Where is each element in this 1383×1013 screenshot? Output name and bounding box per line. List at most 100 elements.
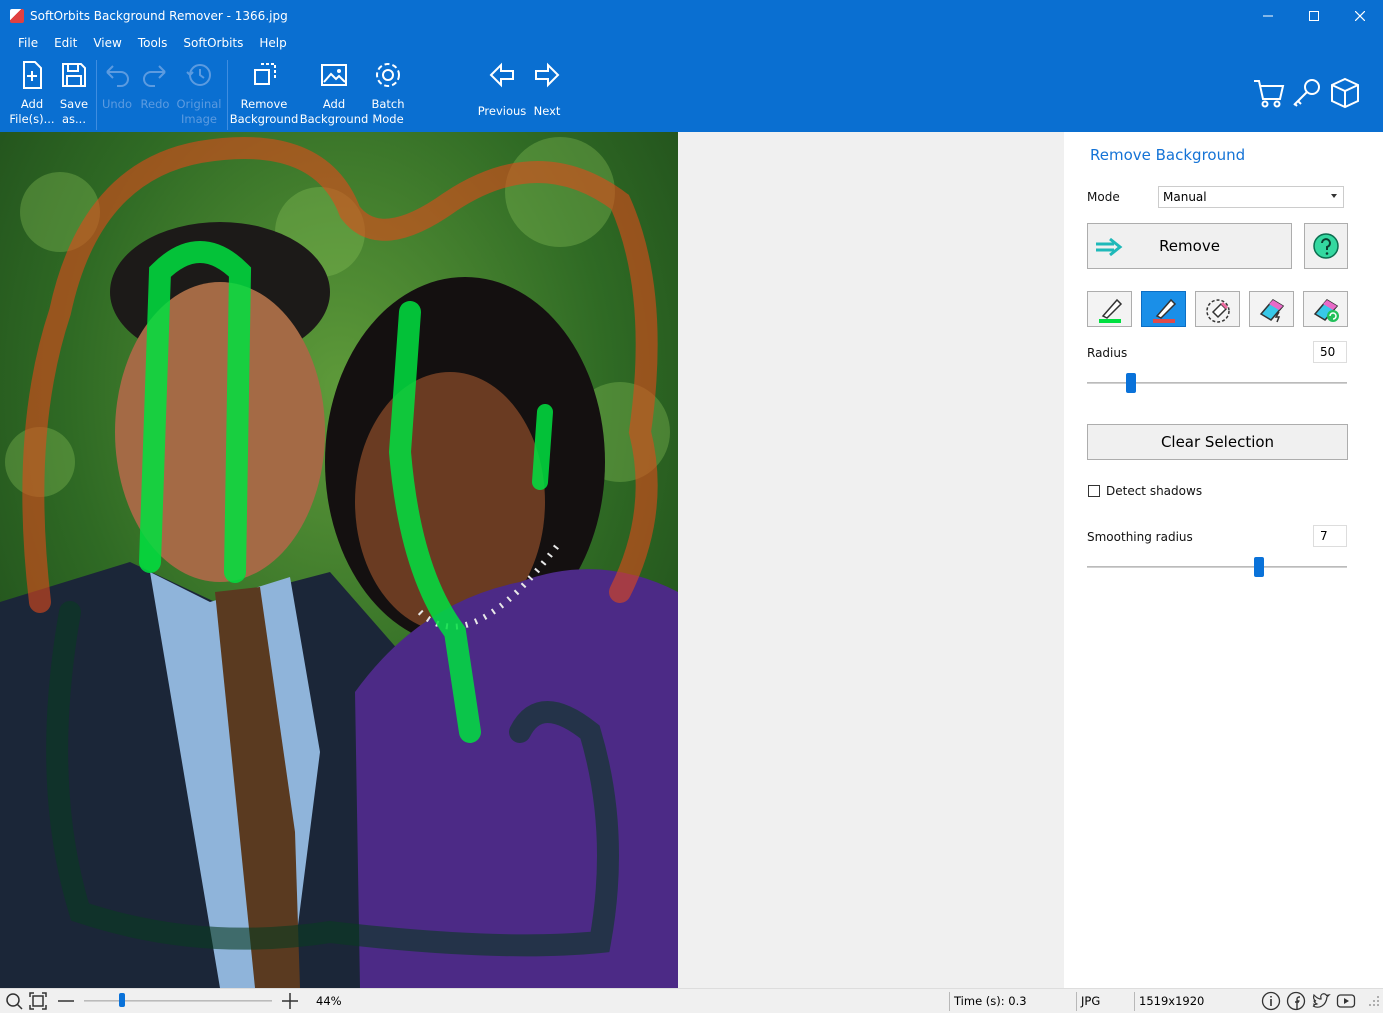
menu-softorbits[interactable]: SoftOrbits [183, 36, 243, 50]
undo-label: Undo [101, 97, 133, 111]
red-marker-icon [1152, 298, 1176, 323]
chevron-down-icon [1331, 194, 1337, 198]
image-icon [321, 64, 347, 86]
menu-tools[interactable]: Tools [138, 36, 168, 50]
photo-canvas[interactable] [0, 132, 678, 988]
title-bar: SoftOrbits Background Remover - 1366.jpg [0, 0, 1383, 32]
cart-icon[interactable] [1252, 76, 1286, 110]
app-icon [10, 9, 24, 23]
remove-background-button[interactable]: Remove Background [230, 60, 298, 127]
arrow-right-icon [535, 62, 560, 88]
history-icon [186, 64, 211, 86]
fit-screen-icon[interactable] [28, 991, 48, 1011]
maximize-button[interactable] [1291, 0, 1337, 32]
radius-slider-thumb[interactable] [1126, 373, 1137, 393]
status-separator [949, 992, 950, 1011]
redo-label: Redo [140, 97, 170, 111]
help-button[interactable] [1304, 223, 1348, 269]
save-icon [62, 63, 86, 87]
menu-view[interactable]: View [93, 36, 121, 50]
eraser-refresh-icon [1313, 299, 1339, 322]
remove-button[interactable]: Remove [1087, 223, 1292, 269]
original-image-button[interactable]: Original Image [176, 60, 222, 127]
smart-eraser-tool[interactable] [1249, 291, 1294, 327]
save-as-button[interactable]: Save as... [56, 60, 92, 127]
previous-button[interactable]: Previous [478, 60, 526, 119]
add-files-label-1: Add [20, 97, 44, 111]
menu-help[interactable]: Help [259, 36, 286, 50]
toolbar: Add File(s)... Save as... Undo Redo Orig… [0, 54, 1383, 132]
add-files-label-2: File(s)... [9, 112, 55, 126]
menu-file[interactable]: File [18, 36, 38, 50]
smoothing-slider-thumb[interactable] [1253, 557, 1264, 577]
radius-input[interactable]: 50 [1313, 341, 1347, 363]
mode-label: Mode [1087, 190, 1120, 204]
keep-brush-tool[interactable] [1087, 291, 1132, 327]
detect-shadows-checkbox[interactable] [1088, 485, 1100, 497]
add-background-label-2: Background [299, 112, 369, 126]
add-background-label-1: Add [322, 97, 346, 111]
green-marker-icon [1098, 298, 1122, 323]
menu-edit[interactable]: Edit [54, 36, 77, 50]
resize-grip-icon[interactable] [1366, 993, 1380, 1007]
canvas-area[interactable] [0, 132, 1064, 988]
zoom-slider-thumb[interactable] [118, 993, 125, 1007]
twitter-icon[interactable] [1311, 991, 1331, 1011]
eraser-tool[interactable] [1195, 291, 1240, 327]
add-background-button[interactable]: Add Background [300, 60, 368, 127]
original-image-label-2: Image [180, 112, 218, 126]
zoom-fit-icon[interactable] [4, 991, 24, 1011]
clear-selection-button[interactable]: Clear Selection [1087, 424, 1348, 460]
minimize-button[interactable] [1245, 0, 1291, 32]
batch-mode-label-2: Mode [372, 112, 404, 126]
remove-button-label: Remove [1159, 237, 1220, 255]
eraser-bolt-icon [1259, 299, 1284, 323]
smoothing-slider-track[interactable] [1087, 566, 1347, 568]
zoom-out-icon[interactable] [56, 991, 76, 1011]
zoom-in-icon[interactable] [280, 991, 300, 1011]
remove-background-label-2: Background [229, 112, 299, 126]
save-as-label-2: as... [61, 112, 86, 126]
box-icon[interactable] [1328, 76, 1362, 110]
arrow-left-icon [489, 62, 514, 88]
arrow-right-icon [1096, 237, 1123, 257]
mode-value: Manual [1163, 190, 1207, 204]
radius-label: Radius [1087, 346, 1128, 360]
remove-background-icon [254, 63, 276, 85]
original-image-label-1: Original [176, 97, 222, 111]
help-icon [1313, 233, 1339, 259]
zoom-slider-track[interactable] [84, 1000, 272, 1002]
image-dimensions: 1519x1920 [1139, 994, 1205, 1008]
mode-select[interactable]: Manual [1158, 186, 1344, 208]
next-button[interactable]: Next [530, 60, 564, 119]
undo-button[interactable]: Undo [100, 60, 134, 112]
facebook-icon[interactable] [1286, 991, 1306, 1011]
next-label: Next [533, 104, 561, 118]
remove-brush-tool[interactable] [1141, 291, 1186, 327]
youtube-icon[interactable] [1336, 991, 1356, 1011]
status-separator [1134, 992, 1135, 1011]
smoothing-radius-label: Smoothing radius [1087, 530, 1193, 544]
toolbar-separator [96, 60, 97, 130]
info-icon[interactable] [1261, 991, 1281, 1011]
remove-background-panel: Remove Background Mode Manual Remove Rad… [1064, 132, 1383, 988]
status-bar: 44% Time (s): 0.3 JPG 1519x1920 [0, 988, 1383, 1013]
restore-tool[interactable] [1303, 291, 1348, 327]
maximize-icon [1309, 11, 1319, 21]
undo-icon [106, 65, 129, 87]
window-title: SoftOrbits Background Remover - 1366.jpg [30, 9, 288, 23]
redo-button[interactable]: Redo [138, 60, 172, 112]
key-icon[interactable] [1290, 76, 1324, 110]
close-button[interactable] [1337, 0, 1383, 32]
clear-selection-label: Clear Selection [1160, 433, 1275, 451]
add-files-button[interactable]: Add File(s)... [9, 60, 55, 127]
eraser-icon [1205, 299, 1230, 323]
zoom-level: 44% [316, 994, 342, 1008]
save-as-label-1: Save [59, 97, 89, 111]
image-format: JPG [1081, 994, 1101, 1008]
redo-icon [143, 65, 166, 87]
batch-mode-button[interactable]: Batch Mode [368, 60, 408, 127]
status-separator [1076, 992, 1077, 1011]
toolbar-separator [227, 60, 228, 130]
smoothing-radius-input[interactable]: 7 [1313, 525, 1347, 547]
